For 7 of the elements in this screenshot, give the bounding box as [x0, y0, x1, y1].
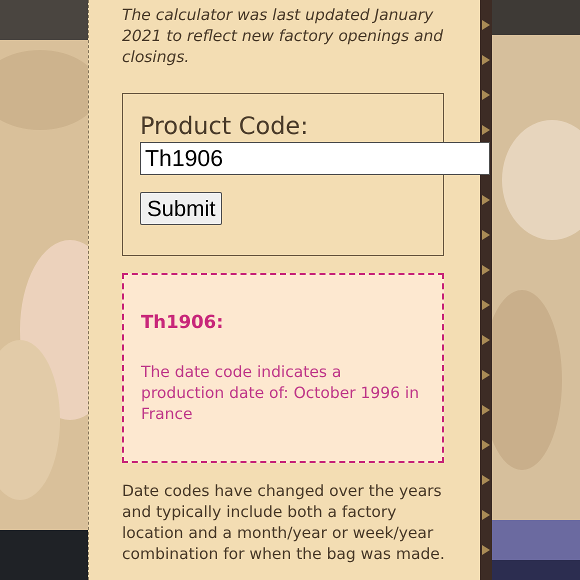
description-text: Date codes have changed over the years and typically include both a factory location and a month/year or week/year combination for when the bag was made. — [122, 481, 446, 565]
result-title: Th1906: — [141, 311, 224, 335]
field-label: Product Code: — [140, 112, 310, 140]
result-text: The date code indicates a production date of: October 1996 in France — [141, 362, 420, 425]
note-text: The calculator was last updated January 2021 to reflect new factory openings and closings. — [122, 5, 444, 68]
product-code-field[interactable]: Th1906 — [140, 142, 490, 175]
submit-button[interactable]: Submit — [140, 192, 222, 225]
